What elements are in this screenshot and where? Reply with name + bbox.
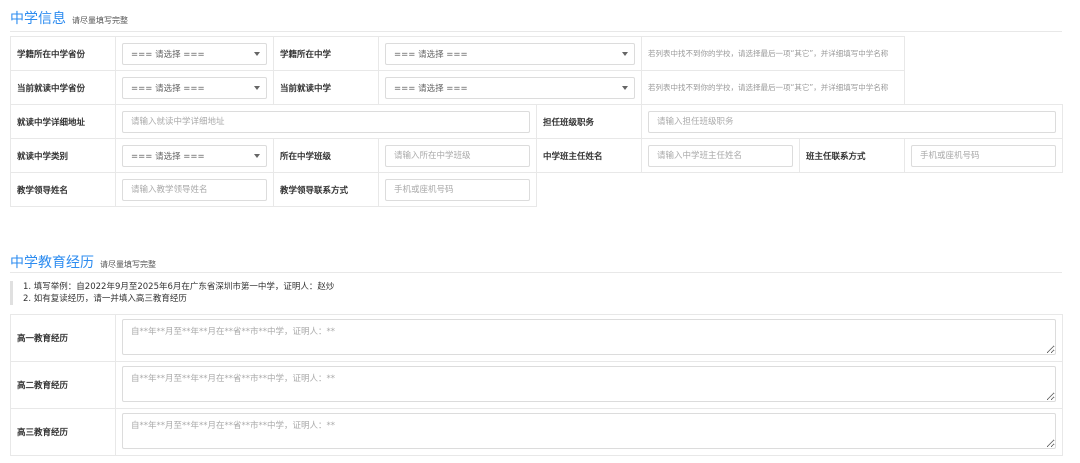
grade-3-textarea[interactable] bbox=[122, 412, 1056, 449]
grade-1-textarea[interactable] bbox=[122, 318, 1056, 355]
label-current-province: 当前就读中学省份 bbox=[10, 70, 116, 105]
form-row: 教学领导姓名 教学领导联系方式 bbox=[10, 172, 1063, 207]
label-school-type: 就读中学类别 bbox=[10, 138, 116, 173]
form-row: 学籍所在中学省份 === 请选择 === 学籍所在中学 === 请选择 === … bbox=[10, 36, 1063, 71]
label-class-position: 担任班级职务 bbox=[536, 104, 642, 139]
chevron-down-icon bbox=[254, 85, 260, 90]
form-row: 当前就读中学省份 === 请选择 === 当前就读中学 === 请选择 === … bbox=[10, 70, 1063, 105]
note-line: 2. 如有复读经历，请一并填入高三教育经历 bbox=[23, 294, 187, 304]
edu-leader-input[interactable] bbox=[122, 178, 267, 201]
chevron-down-icon bbox=[254, 153, 260, 158]
label-class: 所在中学班级 bbox=[273, 138, 379, 173]
section-divider bbox=[10, 31, 1062, 32]
head-teacher-contact-input[interactable] bbox=[911, 144, 1056, 167]
class-position-input[interactable] bbox=[648, 110, 1056, 133]
section-hint: 请尽量填写完整 bbox=[72, 16, 128, 25]
detail-address-input[interactable] bbox=[122, 110, 530, 133]
head-teacher-input[interactable] bbox=[648, 144, 793, 167]
school-type-select[interactable]: === 请选择 === bbox=[122, 144, 267, 167]
chevron-down-icon bbox=[622, 85, 628, 90]
school-info-form-2: 就读中学详细地址 担任班级职务 就读中学类别 === 请选择 === 所在中学班… bbox=[10, 104, 1063, 207]
education-form: 高一教育经历 高二教育经历 高三教育经历 bbox=[10, 314, 1063, 456]
chevron-down-icon bbox=[622, 51, 628, 56]
label-grade-1: 高一教育经历 bbox=[10, 314, 116, 362]
school-info-header: 中学信息 请尽量填写完整 bbox=[10, 8, 128, 28]
form-row: 高三教育经历 bbox=[10, 408, 1063, 456]
school-not-found-note: 若列表中找不到你的学校，请选择最后一项“其它”，并详细填写中学名称 bbox=[641, 36, 905, 71]
registry-province-select[interactable]: === 请选择 === bbox=[122, 42, 267, 65]
label-grade-2: 高二教育经历 bbox=[10, 361, 116, 409]
education-notes: 1. 填写举例：自2022年9月至2025年6月在广东省深圳市第一中学，证明人：… bbox=[10, 281, 1062, 305]
form-row: 高一教育经历 bbox=[10, 314, 1063, 362]
class-input[interactable] bbox=[385, 144, 530, 167]
current-school-select[interactable]: === 请选择 === bbox=[385, 76, 635, 99]
education-header: 中学教育经历 请尽量填写完整 bbox=[10, 252, 156, 272]
label-edu-leader-contact: 教学领导联系方式 bbox=[273, 172, 379, 207]
current-province-select[interactable]: === 请选择 === bbox=[122, 76, 267, 99]
section-hint: 请尽量填写完整 bbox=[100, 260, 156, 269]
school-not-found-note: 若列表中找不到你的学校，请选择最后一项“其它”，并详细填写中学名称 bbox=[641, 70, 905, 105]
form-row: 就读中学详细地址 担任班级职务 bbox=[10, 104, 1063, 139]
note-line: 1. 填写举例：自2022年9月至2025年6月在广东省深圳市第一中学，证明人：… bbox=[23, 282, 335, 292]
chevron-down-icon bbox=[254, 51, 260, 56]
label-registry-province: 学籍所在中学省份 bbox=[10, 36, 116, 71]
label-grade-3: 高三教育经历 bbox=[10, 408, 116, 456]
school-info-form: 学籍所在中学省份 === 请选择 === 学籍所在中学 === 请选择 === … bbox=[10, 36, 1063, 105]
label-head-teacher-contact: 班主任联系方式 bbox=[799, 138, 905, 173]
section-divider bbox=[10, 272, 1062, 273]
form-row: 高二教育经历 bbox=[10, 361, 1063, 409]
label-current-school: 当前就读中学 bbox=[273, 70, 379, 105]
registry-school-select[interactable]: === 请选择 === bbox=[385, 42, 635, 65]
label-registry-school: 学籍所在中学 bbox=[273, 36, 379, 71]
edu-leader-contact-input[interactable] bbox=[385, 178, 530, 201]
section-title: 中学教育经历 bbox=[10, 255, 94, 271]
form-row: 就读中学类别 === 请选择 === 所在中学班级 中学班主任姓名 班主任联系方… bbox=[10, 138, 1063, 173]
label-detail-address: 就读中学详细地址 bbox=[10, 104, 116, 139]
label-head-teacher: 中学班主任姓名 bbox=[536, 138, 642, 173]
section-title: 中学信息 bbox=[10, 11, 66, 27]
label-edu-leader: 教学领导姓名 bbox=[10, 172, 116, 207]
grade-2-textarea[interactable] bbox=[122, 365, 1056, 402]
